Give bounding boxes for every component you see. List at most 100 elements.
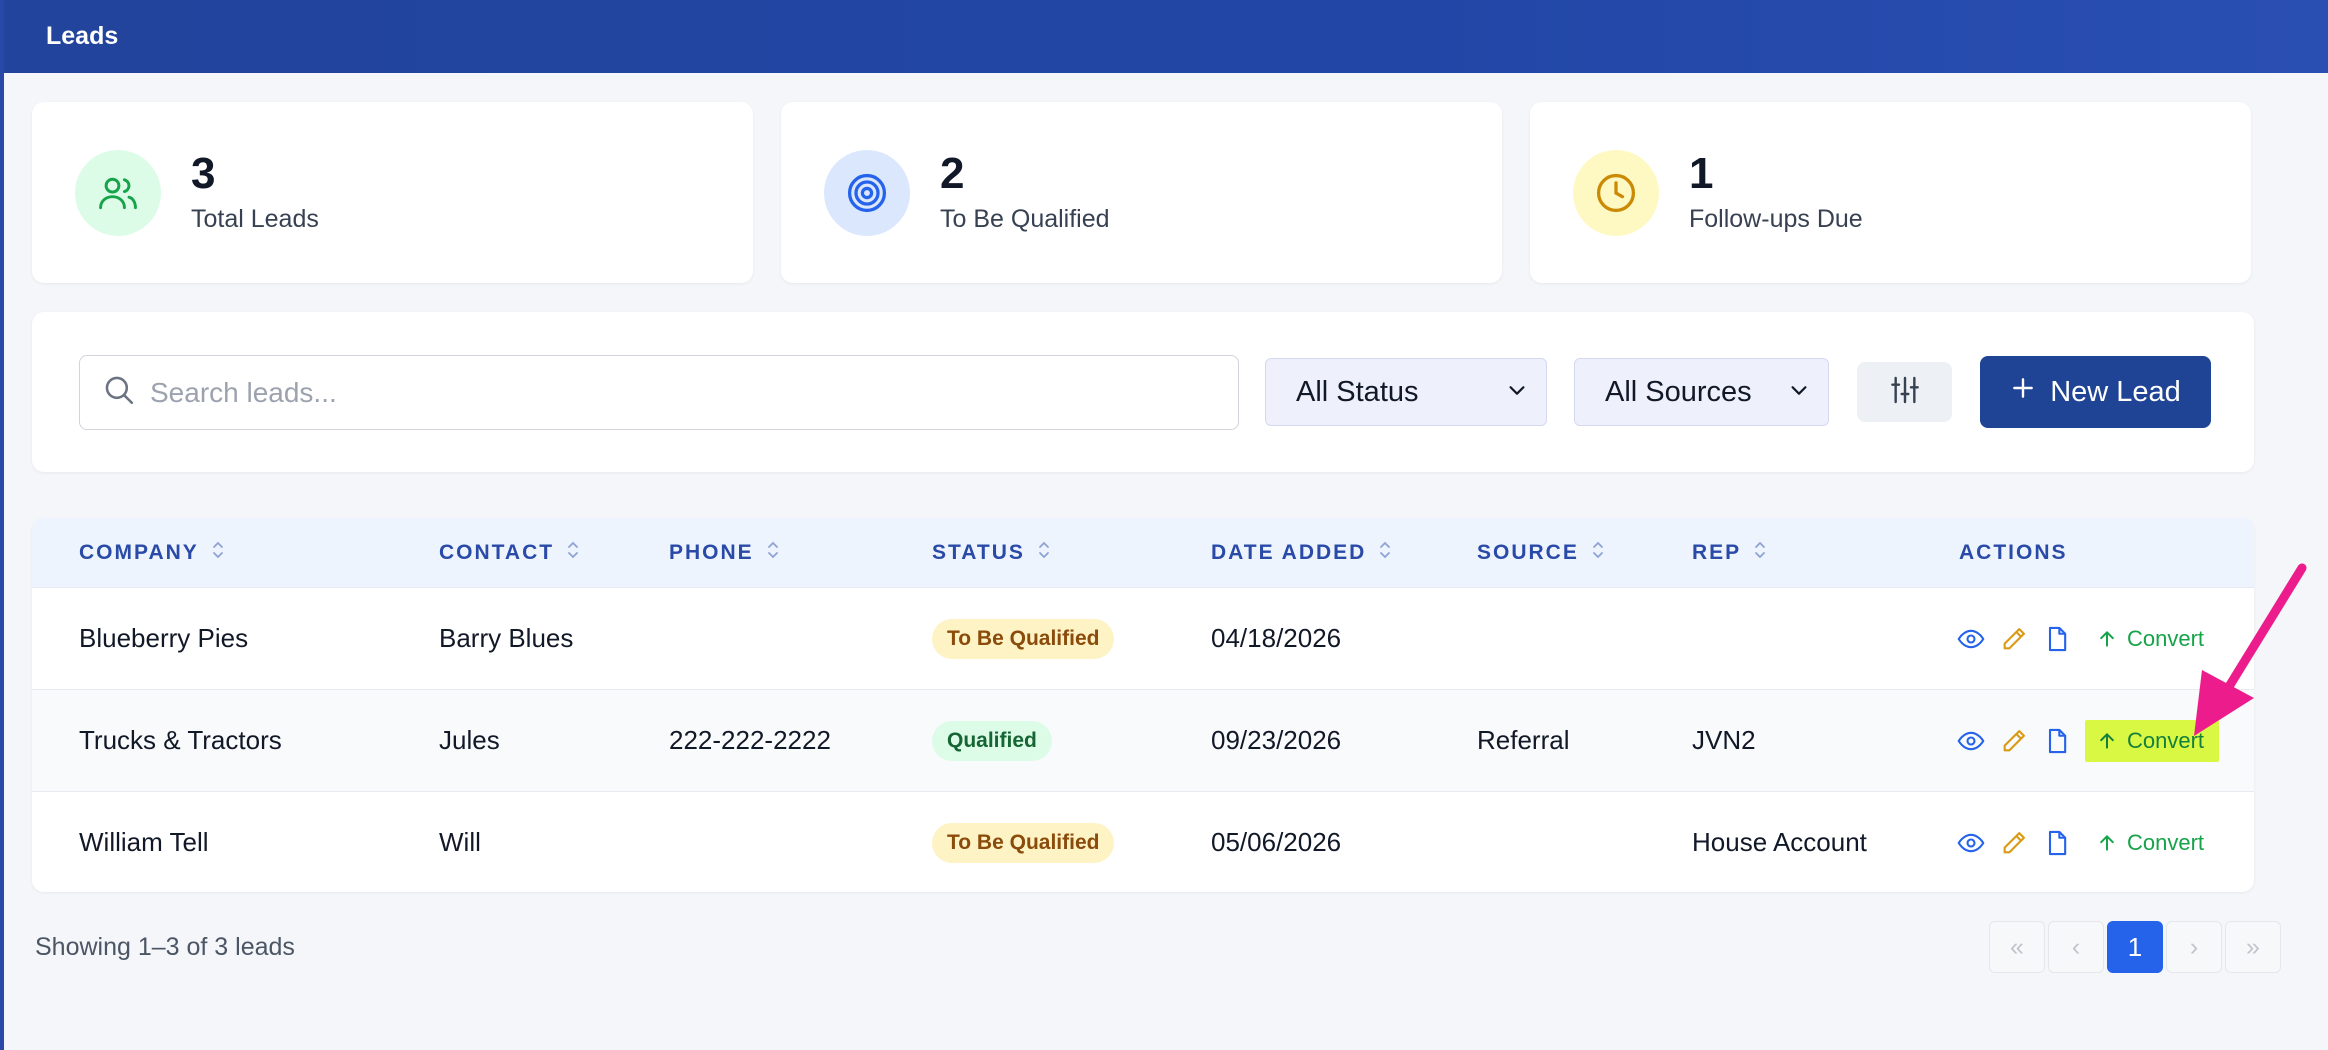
- arrow-up-icon: [2100, 834, 2114, 851]
- stat-value: 2: [940, 148, 965, 198]
- search-box[interactable]: [79, 355, 1239, 430]
- eye-icon[interactable]: [1956, 828, 1986, 858]
- sort-icon: [211, 540, 225, 566]
- annotation-arrow: [2194, 563, 2307, 736]
- status-cell: Qualified: [932, 690, 1052, 791]
- column-header-company[interactable]: COMPANY: [79, 518, 225, 587]
- column-label: REP: [1692, 540, 1742, 564]
- last-page-button[interactable]: »: [2225, 921, 2281, 973]
- status-cell: To Be Qualified: [932, 792, 1115, 892]
- table-row[interactable]: William Tell Will To Be Qualified 05/06/…: [32, 791, 2254, 892]
- prev-page-button[interactable]: ‹: [2048, 921, 2104, 973]
- row-actions: Convert: [1956, 792, 2219, 892]
- status-cell: To Be Qualified: [932, 588, 1115, 689]
- sort-icon: [766, 540, 780, 566]
- table-row[interactable]: Blueberry Pies Barry Blues To Be Qualifi…: [32, 587, 2254, 689]
- status-select-value: All Status: [1296, 375, 1419, 408]
- column-header-status[interactable]: STATUS: [932, 518, 1051, 587]
- column-label: COMPANY: [79, 540, 199, 564]
- row-actions: Convert: [1956, 690, 2220, 791]
- column-header-phone[interactable]: PHONE: [669, 518, 780, 587]
- contact-cell: Barry Blues: [439, 623, 574, 653]
- pagination: « ‹ 1 › »: [1989, 921, 2281, 973]
- stat-value: 3: [191, 148, 216, 198]
- date-cell: 04/18/2026: [1211, 623, 1342, 653]
- chevron-down-icon: [1788, 376, 1810, 409]
- pencil-icon[interactable]: [1999, 726, 2029, 756]
- sources-select-value: All Sources: [1605, 375, 1752, 408]
- next-page-button[interactable]: ›: [2166, 921, 2222, 973]
- column-header-contact[interactable]: CONTACT: [439, 518, 580, 587]
- sort-icon: [1591, 540, 1605, 566]
- contact-cell: Will: [439, 827, 481, 857]
- column-label: DATE ADDED: [1211, 540, 1367, 564]
- sources-select[interactable]: All Sources: [1574, 358, 1829, 426]
- first-page-button[interactable]: «: [1989, 921, 2045, 973]
- showing-count: Showing 1–3 of 3 leads: [35, 933, 295, 961]
- rep-cell: JVN2: [1692, 725, 1756, 755]
- document-icon[interactable]: [2042, 624, 2072, 654]
- target-icon: [824, 149, 910, 236]
- page-title: Leads: [46, 22, 119, 50]
- document-icon[interactable]: [2042, 828, 2072, 858]
- stat-label: Follow-ups Due: [1689, 205, 1863, 234]
- eye-icon[interactable]: [1956, 726, 1986, 756]
- plus-icon: [2010, 375, 2036, 409]
- convert-label: Convert: [2127, 829, 2205, 855]
- date-cell: 05/06/2026: [1211, 827, 1342, 857]
- sort-icon: [1753, 540, 1767, 566]
- search-input[interactable]: [150, 376, 1150, 409]
- company-cell: Blueberry Pies: [79, 623, 249, 653]
- top-header: Leads: [4, 0, 2328, 73]
- column-label: SOURCE: [1477, 540, 1579, 564]
- chevron-down-icon: [1506, 376, 1528, 409]
- rep-cell: House Account: [1692, 827, 1867, 857]
- column-header-source[interactable]: SOURCE: [1477, 518, 1605, 587]
- filter-panel: All Status All Sources New Lead: [32, 312, 2254, 472]
- stat-card-to-be-qualified: 2 To Be Qualified: [781, 102, 1502, 283]
- column-header-date-added[interactable]: DATE ADDED: [1211, 518, 1392, 587]
- new-lead-button[interactable]: New Lead: [1980, 356, 2211, 428]
- leads-table: COMPANY CONTACT PHONE STATUS DATE ADDED …: [32, 518, 2254, 892]
- arrow-up-icon: [2100, 630, 2114, 647]
- pencil-icon[interactable]: [1999, 828, 2029, 858]
- users-icon: [75, 149, 161, 236]
- stat-card-total-leads: 3 Total Leads: [32, 102, 753, 283]
- table-header: COMPANY CONTACT PHONE STATUS DATE ADDED …: [32, 518, 2254, 587]
- status-select[interactable]: All Status: [1265, 358, 1547, 426]
- advanced-filter-button[interactable]: [1857, 362, 1952, 422]
- row-actions: Convert: [1956, 588, 2219, 689]
- status-badge: To Be Qualified: [932, 618, 1115, 659]
- stat-label: Total Leads: [191, 205, 319, 234]
- document-icon[interactable]: [2042, 726, 2072, 756]
- app-frame: Leads 3 Total Leads 2 To Be Qualified 1 …: [0, 0, 2328, 1050]
- stat-card-follow-ups-due: 1 Follow-ups Due: [1530, 102, 2251, 283]
- sort-icon: [566, 540, 580, 566]
- page-1-button[interactable]: 1: [2107, 921, 2163, 973]
- search-icon: [102, 373, 136, 412]
- date-cell: 09/23/2026: [1211, 725, 1342, 755]
- column-header-actions: ACTIONS: [1959, 518, 2068, 587]
- column-header-rep[interactable]: REP: [1692, 518, 1767, 587]
- stat-value: 1: [1689, 148, 1714, 198]
- new-lead-label: New Lead: [2050, 375, 2181, 408]
- source-cell: Referral: [1477, 725, 1570, 755]
- sort-icon: [1378, 540, 1392, 566]
- company-cell: William Tell: [79, 827, 209, 857]
- arrow-up-icon: [2100, 732, 2114, 749]
- column-label: CONTACT: [439, 540, 555, 564]
- stats-row: 3 Total Leads 2 To Be Qualified 1 Follow…: [32, 102, 2251, 283]
- column-label: ACTIONS: [1959, 540, 2068, 564]
- convert-button[interactable]: Convert: [2085, 822, 2219, 864]
- company-cell: Trucks & Tractors: [79, 725, 282, 755]
- pencil-icon[interactable]: [1999, 624, 2029, 654]
- sliders-icon: [1889, 374, 1921, 411]
- sort-icon: [1037, 540, 1051, 566]
- table-row[interactable]: Trucks & Tractors Jules 222-222-2222 Qua…: [32, 689, 2254, 791]
- status-badge: To Be Qualified: [932, 822, 1115, 863]
- column-label: STATUS: [932, 540, 1025, 564]
- eye-icon[interactable]: [1956, 624, 1986, 654]
- contact-cell: Jules: [439, 725, 500, 755]
- phone-cell: 222-222-2222: [669, 725, 831, 755]
- status-badge: Qualified: [932, 720, 1052, 761]
